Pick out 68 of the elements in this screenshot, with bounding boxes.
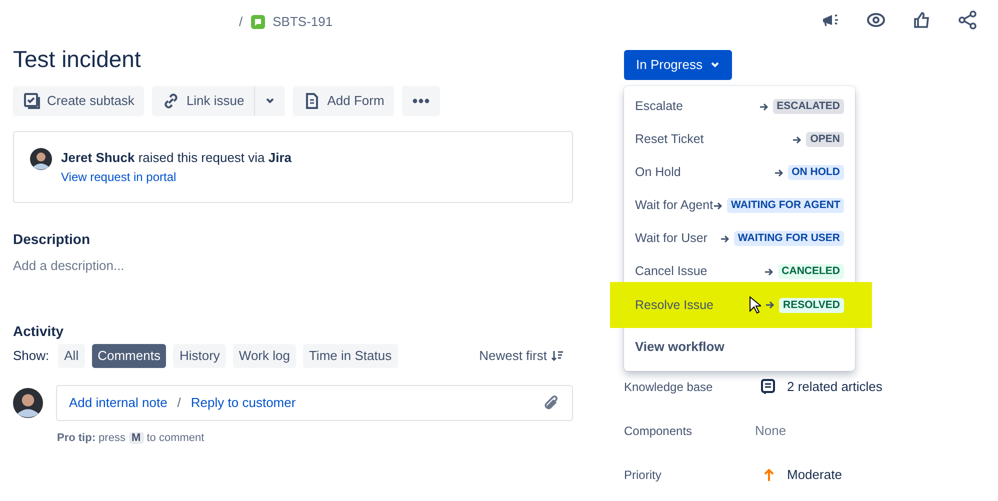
transition-item[interactable]: On Hold ON HOLD [624, 156, 855, 189]
status-lozenge: OPEN [806, 132, 844, 147]
caret-icon [710, 60, 720, 70]
view-workflow-link[interactable]: View workflow [624, 325, 855, 367]
status-lozenge: ON HOLD [788, 165, 844, 180]
issue-title: Test incident [13, 46, 142, 74]
share-icon[interactable] [958, 10, 978, 30]
arrow-icon [774, 168, 784, 178]
transition-item[interactable]: Resolve Issue RESOLVED [610, 282, 872, 328]
filter-tab[interactable]: History [173, 344, 226, 368]
cursor-icon [749, 296, 762, 314]
field-value: None [755, 422, 786, 440]
avatar-icon [13, 388, 43, 418]
arrow-icon [765, 300, 776, 310]
status-lozenge: ESCALATED [772, 99, 844, 114]
transition-item[interactable]: Wait for User WAITING FOR USER [624, 222, 855, 255]
link-icon [162, 92, 180, 110]
sort-icon [551, 350, 563, 362]
article-icon [761, 379, 775, 395]
link-button[interactable]: Link issue [152, 86, 256, 116]
watch-icon[interactable] [866, 10, 886, 30]
like-icon[interactable] [912, 10, 932, 30]
filter-tab[interactable]: Time in Status [302, 344, 398, 368]
transition-item[interactable]: Reset Ticket OPEN [624, 123, 855, 156]
caret-icon [265, 96, 276, 106]
subtask-button[interactable]: Create subtask [13, 86, 144, 116]
arrow-icon [764, 266, 774, 276]
subtask-icon [23, 92, 41, 110]
status-button[interactable]: In Progress [624, 50, 732, 80]
arrow-icon [758, 102, 769, 112]
request-text: Jeret Shuck raised this request via Jira [61, 148, 292, 167]
show-label: Show: [13, 347, 50, 366]
field-value: Moderate [787, 466, 842, 484]
priority-icon [763, 468, 775, 482]
filter-tab[interactable]: Comments [92, 344, 166, 368]
field-label: Components [624, 423, 694, 440]
more-button[interactable] [402, 86, 440, 116]
status-lozenge: WAITING FOR USER [734, 231, 844, 246]
status-lozenge: CANCELED [778, 264, 844, 279]
status-lozenge: RESOLVED [779, 298, 844, 312]
description-field[interactable]: Add a description... [13, 256, 573, 276]
filter-tab[interactable]: Work log [232, 344, 296, 368]
attachment-icon[interactable] [542, 394, 560, 412]
transition-item[interactable]: Wait for Agent WAITING FOR AGENT [624, 189, 855, 222]
section-heading: Description [13, 230, 92, 249]
internal-note-link[interactable]: Add internal note [69, 392, 168, 412]
reply-link[interactable]: Reply to customer [190, 392, 296, 412]
more-icon [412, 98, 430, 104]
field-label: Knowledge base [624, 379, 714, 396]
field-label: Priority [624, 467, 662, 484]
breadcrumb-separator: / [239, 13, 243, 32]
avatar-icon [30, 148, 52, 170]
issue-type-icon [250, 15, 265, 29]
filter-tab[interactable]: All [58, 344, 85, 368]
transition-item[interactable]: Escalate ESCALATED [624, 90, 855, 123]
link-separator: / [177, 394, 181, 412]
status-lozenge: WAITING FOR AGENT [727, 198, 844, 213]
pro-tip: Pro tip: press M to comment [57, 430, 206, 446]
arrow-icon [713, 200, 724, 210]
form-button[interactable]: Add Form [293, 86, 394, 116]
arrow-icon [720, 234, 730, 244]
issue-key-link[interactable]: SBTS-191 [272, 12, 333, 32]
field-value: 2 related articles [787, 378, 882, 396]
comment-box[interactable]: Add internal note / Reply to customer [56, 384, 573, 421]
section-heading: Activity [13, 322, 65, 342]
portal-link[interactable]: View request in portal [61, 170, 176, 184]
arrow-icon [792, 134, 802, 144]
sort-button[interactable]: Newest first [479, 346, 563, 366]
